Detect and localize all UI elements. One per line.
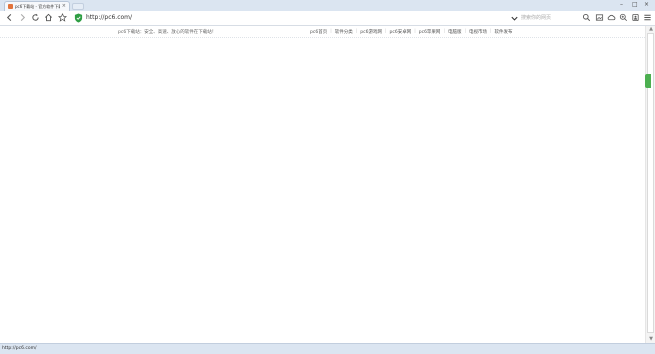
favicon-icon	[8, 4, 13, 9]
nav-link-home[interactable]: pc6首页	[310, 29, 327, 35]
chevron-down-icon	[511, 16, 518, 21]
nav-link-games[interactable]: pc6游戏网	[360, 29, 382, 35]
nav-link-apple[interactable]: pc6苹果网	[419, 29, 441, 35]
address-bar[interactable]: http://pc6.com/	[86, 14, 132, 22]
maximize-button[interactable]: □	[632, 1, 638, 9]
browser-tab[interactable]: pc6下载站 - 官方软件下载 ×	[4, 1, 70, 11]
site-nav-links: pc6首页 | 软件分类 | pc6游戏网 | pc6安卓网 | pc6苹果网 …	[310, 29, 513, 35]
nav-separator: |	[384, 29, 387, 34]
hamburger-menu-icon	[644, 14, 651, 21]
nav-separator: |	[355, 29, 358, 34]
side-feedback-tab[interactable]	[645, 74, 651, 88]
back-arrow-icon	[6, 13, 12, 22]
zoom-button[interactable]	[618, 12, 629, 23]
zoom-icon	[619, 13, 628, 22]
user-icon	[632, 13, 639, 22]
site-top-bar: pc6下载站：安全、高速、放心的软件在下载站！ pc6首页 | 软件分类 | p…	[0, 26, 645, 38]
status-bar: http://pc6.com/	[0, 343, 655, 354]
cloud-icon	[607, 14, 616, 21]
nav-link-categories[interactable]: 软件分类	[335, 29, 353, 35]
search-input[interactable]: 搜索你的网页	[521, 14, 577, 22]
nav-separator: |	[443, 29, 445, 34]
user-button[interactable]	[630, 12, 641, 23]
scroll-up-icon[interactable]: ▲	[647, 26, 655, 33]
menu-button[interactable]	[642, 12, 653, 23]
nav-link-publish[interactable]: 软件发布	[495, 29, 513, 35]
star-icon	[58, 13, 67, 22]
screenshot-icon	[595, 14, 604, 21]
back-button[interactable]	[4, 12, 15, 23]
reload-button[interactable]	[30, 12, 41, 23]
home-button[interactable]	[43, 12, 54, 23]
forward-button[interactable]	[17, 12, 28, 23]
home-icon	[45, 13, 52, 22]
forward-arrow-icon	[20, 13, 26, 22]
nav-separator: |	[414, 29, 416, 34]
tab-title: pc6下载站 - 官方软件下载	[15, 3, 60, 9]
nav-separator: |	[330, 29, 332, 34]
page-content	[0, 38, 645, 343]
screenshot-button[interactable]	[594, 12, 605, 23]
minimize-button[interactable]: –	[620, 1, 623, 9]
nav-link-tv[interactable]: 电视市场	[469, 29, 487, 35]
cloud-button[interactable]	[606, 12, 617, 23]
window-close-button[interactable]: ×	[644, 1, 649, 9]
nav-link-android[interactable]: pc6安卓网	[390, 29, 412, 35]
new-tab-button[interactable]	[72, 3, 84, 10]
nav-link-pc[interactable]: 电脑版	[448, 29, 462, 35]
search-button[interactable]	[581, 12, 592, 23]
bookmark-button[interactable]	[57, 12, 68, 23]
status-url: http://pc6.com/	[2, 346, 37, 351]
tab-close-icon[interactable]: ×	[62, 4, 66, 9]
nav-separator: |	[464, 29, 466, 34]
reload-icon	[32, 13, 39, 21]
search-engine-dropdown[interactable]	[509, 13, 520, 24]
search-icon	[582, 13, 591, 22]
site-slogan: pc6下载站：安全、高速、放心的软件在下载站！	[118, 30, 217, 35]
title-bar: pc6下载站 - 官方软件下载 × – □ ×	[0, 0, 655, 11]
nav-separator: |	[490, 29, 492, 34]
security-shield-icon	[74, 13, 83, 23]
browser-toolbar: http://pc6.com/ 搜索你的网页	[0, 11, 655, 26]
scroll-down-icon[interactable]: ▼	[647, 336, 655, 343]
